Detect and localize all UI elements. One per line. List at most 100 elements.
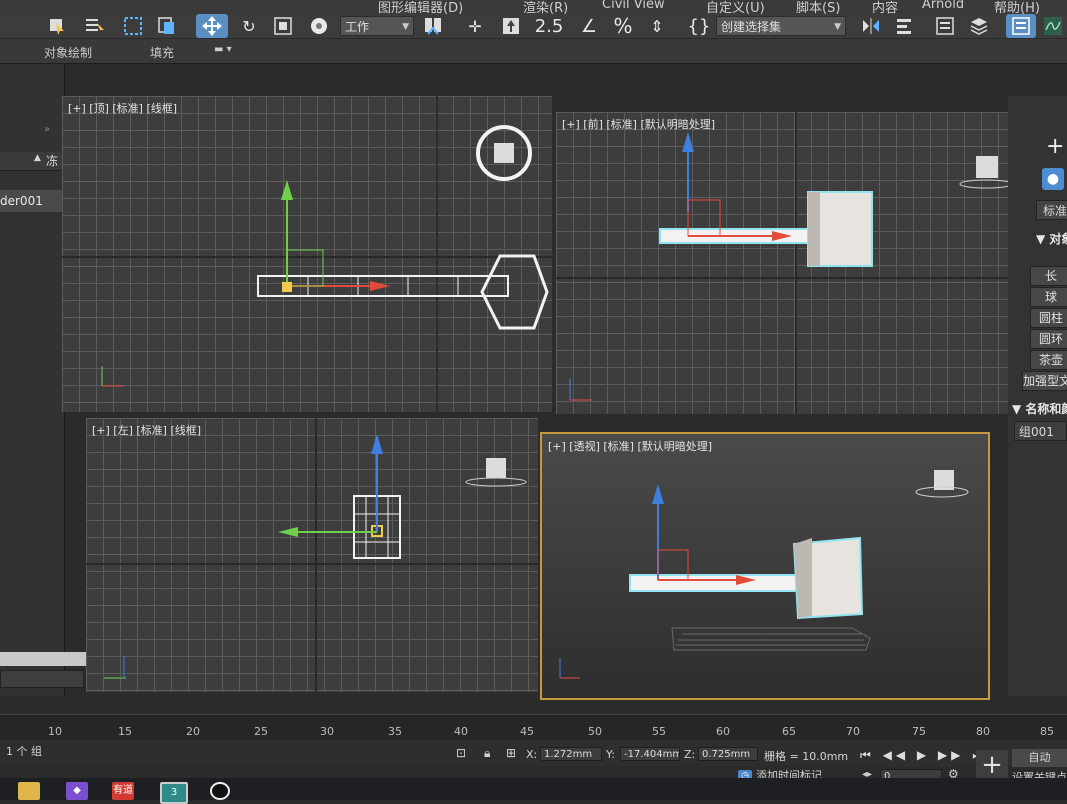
sort-up-icon[interactable]: ▲ <box>34 153 41 163</box>
select-object-icon[interactable] <box>44 14 70 38</box>
isolate-icon[interactable]: ⊡ <box>456 746 466 760</box>
object-type-section[interactable]: ▼ 对象 <box>1036 230 1067 247</box>
selection-count: 1 个 组 <box>6 745 42 758</box>
viewport-top[interactable]: [+] [顶] [标准] [线框] <box>62 96 552 412</box>
x-label: X: <box>526 748 538 761</box>
auto-key-button[interactable]: 自动 <box>1012 749 1067 767</box>
curve-editor-icon[interactable] <box>1040 14 1066 38</box>
category-dropdown-label: 标准 <box>1043 204 1067 218</box>
sphere-button[interactable]: 球 <box>1030 287 1067 307</box>
teapot-button[interactable]: 茶壶 <box>1030 350 1067 370</box>
tick-label: 65 <box>782 725 796 738</box>
tick-label: 55 <box>652 725 666 738</box>
snap-toggle-icon[interactable]: 2.5 <box>535 14 564 38</box>
pivot-icon[interactable] <box>420 14 446 38</box>
geometry-category-icon[interactable]: ● <box>1042 168 1064 190</box>
tick-label: 60 <box>716 725 730 738</box>
x-coordinate-field[interactable]: 1.272mm <box>540 747 602 761</box>
tick-label: 80 <box>976 725 990 738</box>
ribbon-toggle-icon[interactable] <box>1006 14 1036 38</box>
workspace-dropdown[interactable]: 工作 ▼ <box>340 16 414 36</box>
tick-label: 70 <box>846 725 860 738</box>
menu-arnold[interactable]: Arnold <box>922 0 964 12</box>
mirror-icon[interactable] <box>858 14 884 38</box>
playback-controls[interactable]: ⏮ ◀◀ ▶ ▶▶ ⏭ <box>860 748 987 763</box>
viewport-front[interactable]: [+] [前] [标准] [默认明暗处理] <box>556 112 1036 414</box>
viewport-left-label[interactable]: [+] [左] [标准] [线框] <box>92 422 201 438</box>
tick-label: 40 <box>454 725 468 738</box>
workspace-dropdown-label: 工作 <box>345 20 370 34</box>
timeline-ruler[interactable]: 10 15 20 25 30 35 40 45 50 55 60 65 70 7… <box>0 714 1067 741</box>
tick-label: 35 <box>388 725 402 738</box>
perspective-view-scene <box>559 470 969 679</box>
rotate-tool-icon[interactable]: ↻ <box>236 14 262 38</box>
scene-explorer-header: ▲ 冻 <box>0 152 64 171</box>
absolute-mode-icon[interactable]: ⊞ <box>506 746 516 760</box>
rect-selection-icon[interactable] <box>120 14 146 38</box>
placement-icon[interactable] <box>306 14 332 38</box>
select-manipulate-icon[interactable]: ✛ <box>462 14 488 38</box>
percent-label: % <box>613 14 633 38</box>
scene-horizontal-scrollbar[interactable]: › <box>0 652 100 666</box>
name-color-section[interactable]: ▼ 名称和颜 <box>1012 400 1067 417</box>
tick-label: 20 <box>186 725 200 738</box>
text-plus-button[interactable]: 加强型文 <box>1022 371 1067 391</box>
spinner-snap-icon[interactable]: ⇕ <box>644 14 670 38</box>
menu-civil-view[interactable]: Civil View <box>602 0 665 12</box>
object-paint-tab[interactable]: 对象绘制 <box>44 44 92 61</box>
tick-label: 45 <box>520 725 534 738</box>
scale-tool-icon[interactable] <box>270 14 296 38</box>
menu-bar: 图形编辑器(D) 渲染(R) Civil View 自定义(U) 脚本(S) 内… <box>0 0 1067 16</box>
visual-studio-icon[interactable]: ◆ <box>66 782 88 800</box>
z-coordinate-field[interactable]: 0.725mm <box>698 747 758 761</box>
object-name-field[interactable]: 组001 <box>1014 421 1067 441</box>
main-toolbar: ↻ 工作 ▼ ✛ 2.5 ∠ % ⇕ {} 创建选择集 ▼ <box>0 14 1067 39</box>
fill-tab[interactable]: 填充 <box>150 44 174 61</box>
box-button[interactable]: 长 <box>1030 266 1067 286</box>
youdao-icon[interactable]: 有道 <box>112 782 134 800</box>
percent-snap-icon[interactable]: % <box>610 14 636 38</box>
tick-label: 10 <box>48 725 62 738</box>
y-coordinate-field[interactable]: -17.404mm <box>620 747 680 761</box>
left-view-scene <box>86 418 538 692</box>
move-tool-icon[interactable] <box>196 14 228 38</box>
window-crossing-icon[interactable] <box>154 14 180 38</box>
scene-list-item[interactable]: der001 <box>0 190 62 212</box>
viewport-perspective[interactable]: [+] [透视] [标准] [默认明暗处理] <box>540 432 990 700</box>
scene-explorer-icon[interactable] <box>966 14 992 38</box>
select-by-name-icon[interactable] <box>82 14 108 38</box>
lock-icon[interactable]: 🔒︎ <box>484 746 490 761</box>
tick-label: 75 <box>912 725 926 738</box>
viewport-front-label[interactable]: [+] [前] [标准] [默认明暗处理] <box>562 116 715 132</box>
align-icon[interactable] <box>892 14 918 38</box>
tick-label: 15 <box>118 725 132 738</box>
angle-snap-icon[interactable]: ∠ <box>576 14 602 38</box>
freeze-column-header[interactable]: 冻 <box>46 152 58 169</box>
create-tab-icon[interactable]: + <box>1046 134 1064 159</box>
chevron-down-icon: ▼ <box>402 22 409 32</box>
cylinder-button[interactable]: 圆柱 <box>1030 308 1067 328</box>
tick-label: 25 <box>254 725 268 738</box>
front-view-scene <box>556 112 1036 414</box>
layer-manager-icon[interactable] <box>932 14 958 38</box>
torus-button[interactable]: 圆环 <box>1030 329 1067 349</box>
tick-label: 85 <box>1040 725 1054 738</box>
expand-chevron-icon[interactable]: » <box>44 124 50 135</box>
category-dropdown[interactable]: 标准 <box>1036 200 1067 220</box>
keyboard-shortcut-icon[interactable] <box>498 14 524 38</box>
sub-toolbar: 对象绘制 填充 ▬ ▾ <box>0 39 1067 64</box>
top-view-scene <box>62 96 552 412</box>
y-label: Y: <box>606 748 615 761</box>
viewport-left[interactable]: [+] [左] [标准] [线框] <box>86 418 538 692</box>
selection-set-dropdown[interactable]: 创建选择集 ▼ <box>716 16 846 36</box>
viewport-perspective-label[interactable]: [+] [透视] [标准] [默认明暗处理] <box>548 438 712 454</box>
3ds-max-icon[interactable]: 3 <box>160 782 188 804</box>
viewport-top-label[interactable]: [+] [顶] [标准] [线框] <box>68 100 177 116</box>
scene-filter-field[interactable] <box>0 670 84 688</box>
scene-explorer-panel: » ▲ 冻 der001 <box>0 64 65 696</box>
named-selection-icon[interactable]: {} <box>686 14 712 38</box>
extra-dropdown-icon[interactable]: ▬ ▾ <box>214 44 232 55</box>
scene-item-name: der001 <box>0 194 43 208</box>
app-icon[interactable] <box>210 782 230 800</box>
folder-icon[interactable] <box>18 782 40 800</box>
